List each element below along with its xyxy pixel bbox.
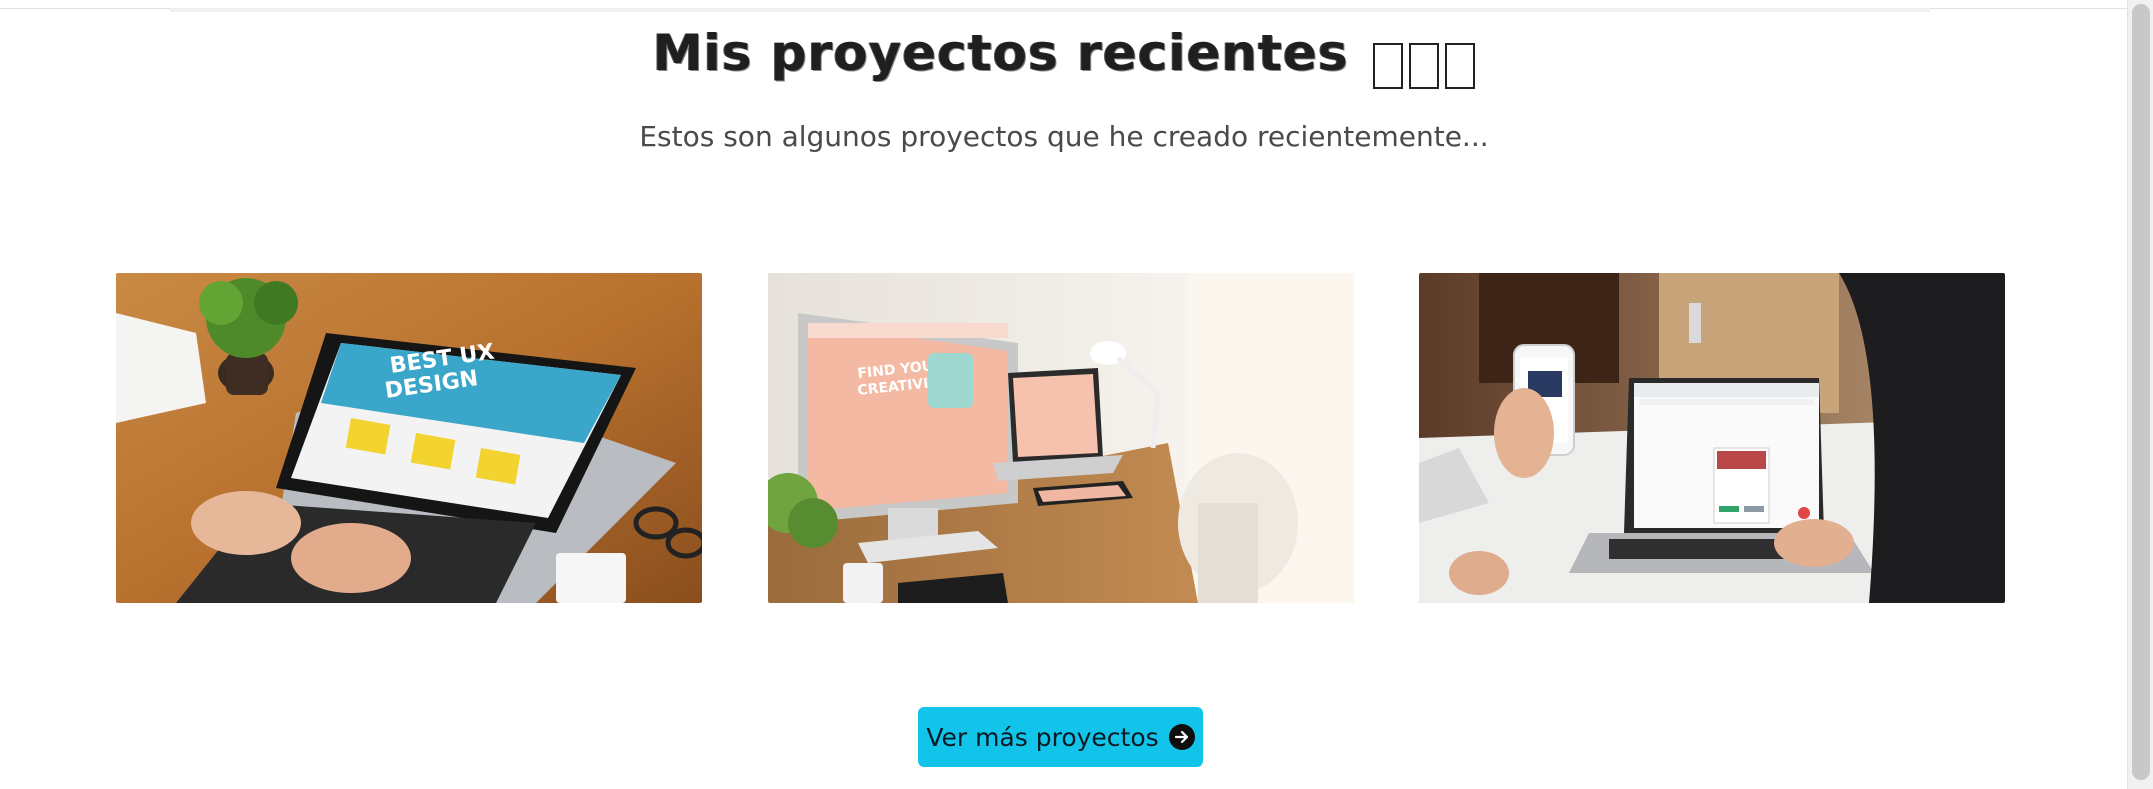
project-card-3[interactable] — [1419, 273, 2005, 603]
title-emoji-placeholder — [1367, 42, 1476, 89]
project-card-2[interactable]: FIND YOUR CREATIVITY — [768, 273, 1354, 603]
see-more-projects-button[interactable]: Ver más proyectos — [918, 707, 1203, 767]
missing-glyph-icon — [1445, 42, 1476, 89]
desktop-responsive-mockup-photo: FIND YOUR CREATIVITY — [768, 273, 1354, 603]
top-divider — [0, 8, 2128, 12]
missing-glyph-icon — [1373, 42, 1404, 89]
missing-glyph-icon — [1409, 42, 1440, 89]
scrollbar-thumb[interactable] — [2132, 4, 2150, 780]
phone-and-laptop-app-photo — [1419, 273, 2005, 603]
arrow-right-circle-icon — [1168, 724, 1195, 750]
section-subtitle: Estos son algunos proyectos que he cread… — [639, 120, 1489, 153]
section-header: Mis proyectos recientes — [0, 24, 2128, 89]
section-title: Mis proyectos recientes — [652, 24, 1349, 82]
project-card-1[interactable]: BEST UX DESIGN — [116, 273, 702, 603]
section-subtitle-wrap: Estos son algunos proyectos que he cread… — [0, 120, 2128, 153]
see-more-projects-label: Ver más proyectos — [926, 722, 1159, 752]
top-divider-band — [170, 8, 1930, 12]
page-scrollbar[interactable] — [2127, 0, 2153, 789]
laptop-web-design-photo: BEST UX DESIGN — [116, 273, 702, 603]
